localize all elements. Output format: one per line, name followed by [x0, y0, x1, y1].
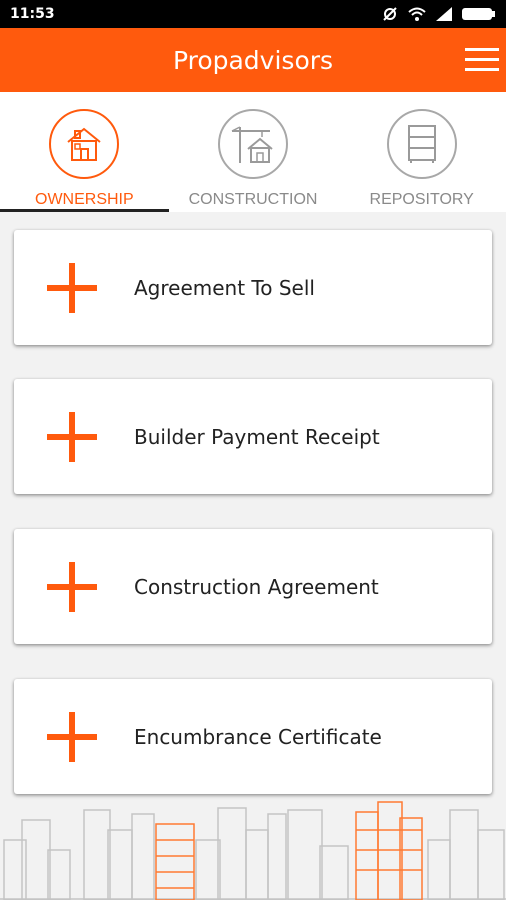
battery-icon	[462, 8, 495, 20]
plus-icon	[47, 412, 97, 462]
tab-repository[interactable]: REPOSITORY	[337, 92, 506, 212]
tab-label: OWNERSHIP	[35, 191, 134, 208]
cabinet-icon	[407, 125, 436, 163]
wifi-icon	[408, 7, 426, 21]
menu-button[interactable]	[462, 40, 502, 80]
plus-icon	[47, 712, 97, 762]
app-title: Propadvisors	[172, 45, 334, 75]
house-icon	[67, 127, 101, 161]
card-label: Construction Agreement	[134, 574, 379, 599]
card-builder-payment-receipt[interactable]: Builder Payment Receipt	[14, 379, 492, 494]
status-time: 11:53	[10, 6, 55, 22]
tab-ownership[interactable]: OWNERSHIP	[0, 92, 169, 212]
plus-icon	[47, 562, 97, 612]
crane-house-icon	[231, 126, 273, 163]
tab-construction[interactable]: CONSTRUCTION	[169, 92, 338, 212]
tab-label: REPOSITORY	[369, 191, 474, 208]
hamburger-menu-icon	[465, 48, 499, 71]
sync-off-icon	[383, 7, 397, 21]
card-label: Builder Payment Receipt	[134, 424, 380, 449]
plus-icon	[47, 263, 97, 313]
card-encumbrance-certificate[interactable]: Encumbrance Certificate	[14, 679, 492, 794]
tab-bar: OWNERSHIP CONSTRUCTION REPOSITORY	[0, 92, 506, 212]
tab-icon-circle	[386, 109, 457, 179]
card-construction-agreement[interactable]: Construction Agreement	[14, 529, 492, 644]
city-skyline-illustration	[0, 801, 506, 900]
status-bar: 11:53	[0, 0, 506, 28]
app-bar: Propadvisors	[0, 28, 506, 92]
signal-icon	[436, 7, 452, 21]
tab-icon-circle	[218, 109, 288, 179]
card-label: Agreement To Sell	[134, 275, 315, 300]
card-label: Encumbrance Certificate	[134, 724, 382, 749]
card-agreement-to-sell[interactable]: Agreement To Sell	[14, 230, 492, 345]
tab-label: CONSTRUCTION	[188, 191, 318, 208]
tab-icon-circle	[49, 109, 120, 179]
status-icons	[382, 6, 496, 22]
